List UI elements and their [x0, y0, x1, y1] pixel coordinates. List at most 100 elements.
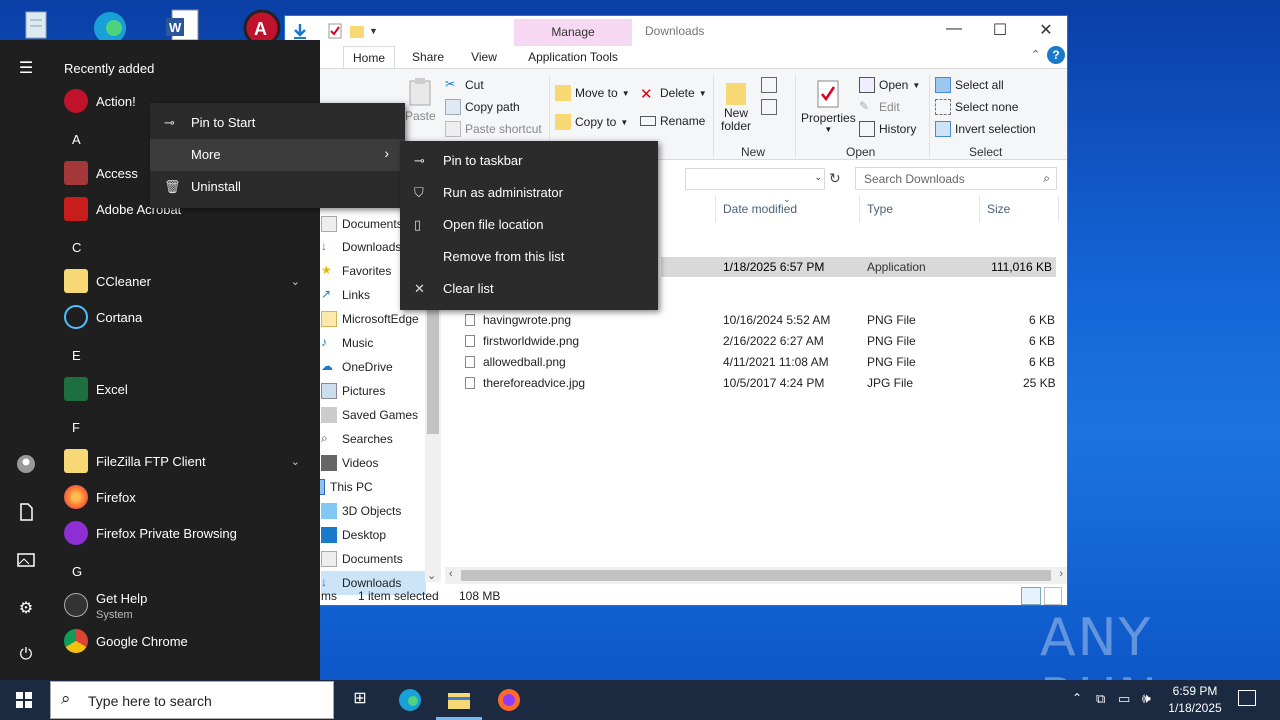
connection-icon[interactable]: ▭ [1118, 691, 1130, 707]
column-type[interactable]: Type [867, 202, 893, 216]
firefox-taskbar-icon[interactable] [497, 688, 521, 712]
menu-item-open-file-location[interactable]: ▯ Open file location [400, 209, 658, 241]
horizontal-scrollbar[interactable]: ‹ › [445, 567, 1067, 584]
paste-button[interactable]: Paste [405, 77, 436, 123]
settings-gear-icon[interactable]: ⚙ [16, 598, 36, 618]
action-desktop-icon[interactable]: A [238, 6, 282, 47]
copy-to-button[interactable]: Copy to ▼ [555, 114, 628, 130]
app-firefox-private[interactable]: Firefox Private Browsing [50, 515, 320, 551]
nav-item[interactable]: This PC [309, 475, 414, 499]
group-letter-a[interactable]: A [72, 132, 81, 147]
clock[interactable]: 6:59 PM 1/18/2025 [1164, 683, 1226, 717]
tab-home[interactable]: Home [343, 46, 395, 68]
customize-quick-access-icon[interactable]: ▼ [369, 26, 378, 36]
nav-item[interactable]: Desktop [321, 523, 426, 547]
open-button[interactable]: Open ▼ [859, 77, 920, 93]
app-filezilla[interactable]: FileZilla FTP Client ⌄ [50, 443, 320, 479]
taskbar-search-box[interactable]: ⌕ Type here to search [50, 681, 334, 719]
recycle-bin-icon[interactable] [14, 6, 58, 42]
user-account-icon[interactable] [16, 454, 36, 474]
hamburger-menu-icon[interactable]: ☰ [16, 58, 36, 78]
scroll-left-icon[interactable]: ‹ [449, 568, 453, 580]
refresh-icon[interactable]: ↻ [829, 170, 841, 187]
app-cortana[interactable]: Cortana [50, 299, 320, 335]
start-button[interactable] [0, 680, 48, 720]
new-item-icons[interactable] [761, 77, 777, 115]
properties-quick-icon[interactable] [327, 22, 343, 43]
collapse-ribbon-icon[interactable]: ⌃ [1031, 48, 1040, 61]
menu-item-pin-to-start[interactable]: ⊸ Pin to Start [150, 107, 405, 139]
nav-item[interactable]: Documents [321, 547, 426, 571]
edge-desktop-icon[interactable] [88, 6, 132, 44]
move-to-button[interactable]: Move to ▼ [555, 85, 630, 101]
column-date-modified[interactable]: Date modified [723, 202, 797, 216]
invert-selection-button[interactable]: Invert selection [935, 121, 1036, 137]
large-icons-view-icon[interactable] [1044, 587, 1062, 605]
cut-button[interactable]: ✂ Cut [445, 77, 484, 93]
nav-item[interactable]: ⌕ Searches [321, 427, 426, 451]
show-hidden-icons-chevron-icon[interactable]: ⌃ [1072, 691, 1082, 705]
menu-item-remove-from-list[interactable]: Remove from this list [400, 241, 658, 273]
table-row[interactable]: allowedball.png 4/11/2021 11:08 AM PNG F… [459, 352, 1059, 373]
copy-path-button[interactable]: Copy path [445, 99, 520, 115]
tab-application-tools[interactable]: Application Tools [514, 46, 632, 68]
nav-item[interactable]: ♪ Music [321, 331, 426, 355]
edge-taskbar-icon[interactable] [398, 688, 422, 712]
maximize-button[interactable]: ☐ [977, 20, 1023, 42]
app-get-help[interactable]: Get Help System [50, 587, 320, 623]
nav-item[interactable]: Saved Games [321, 403, 426, 427]
menu-item-clear-list[interactable]: ✕ Clear list [400, 273, 658, 305]
tab-view[interactable]: View [459, 46, 509, 68]
table-row[interactable]: firstworldwide.png 2/16/2022 6:27 AM PNG… [459, 331, 1059, 352]
table-row[interactable]: havingwrote.png 10/16/2024 5:52 AM PNG F… [459, 310, 1059, 331]
scrollbar-thumb[interactable] [461, 570, 1051, 581]
nav-item[interactable]: 3D Objects [321, 499, 426, 523]
nav-item[interactable]: Pictures [321, 379, 426, 403]
group-letter-g[interactable]: G [72, 564, 82, 579]
tab-share[interactable]: Share [403, 46, 453, 68]
delete-button[interactable]: ✕ Delete ▼ [640, 85, 707, 103]
close-button[interactable]: ✕ [1023, 20, 1069, 42]
pictures-icon[interactable] [16, 550, 36, 570]
minimize-button[interactable]: — [931, 20, 977, 42]
group-letter-c[interactable]: C [72, 240, 81, 255]
nav-item[interactable]: Videos [321, 451, 426, 475]
select-none-button[interactable]: Select none [935, 99, 1018, 115]
edit-button[interactable]: ✎ Edit [859, 99, 900, 115]
app-firefox[interactable]: Firefox [50, 479, 320, 515]
app-excel[interactable]: Excel [50, 371, 320, 407]
app-google-chrome[interactable]: Google Chrome [50, 623, 320, 659]
power-icon[interactable]: ⏻ [16, 646, 36, 666]
menu-item-more[interactable]: More › [150, 139, 405, 171]
volume-icon[interactable]: 🕪 [1142, 690, 1151, 707]
group-letter-f[interactable]: F [72, 420, 80, 435]
properties-button[interactable]: Properties ▼ [801, 79, 856, 134]
scroll-right-icon[interactable]: › [1059, 568, 1063, 580]
new-folder-button[interactable]: New folder [721, 79, 751, 133]
select-all-button[interactable]: Select all [935, 77, 1004, 93]
nav-vertical-scrollbar[interactable]: ⌄ [425, 306, 441, 582]
column-size[interactable]: Size [987, 202, 1010, 216]
table-row-selected[interactable]: 1/18/2025 6:57 PM Application 111,016 KB [661, 257, 1056, 277]
history-button[interactable]: History [859, 121, 916, 137]
scrollbar-thumb[interactable] [427, 306, 439, 434]
notification-center-icon[interactable] [1238, 690, 1256, 706]
nav-item[interactable]: ☁ OneDrive [321, 355, 426, 379]
address-dropdown-icon[interactable]: ⌄ [814, 172, 822, 183]
documents-icon[interactable] [16, 502, 36, 522]
address-bar[interactable]: ⌄ [685, 168, 825, 190]
menu-item-pin-to-taskbar[interactable]: ⊸ Pin to taskbar [400, 145, 658, 177]
new-folder-quick-icon[interactable] [349, 22, 365, 43]
menu-item-run-as-admin[interactable]: ⛉ Run as administrator [400, 177, 658, 209]
search-input[interactable]: Search Downloads ⌕ [855, 167, 1057, 190]
details-view-icon[interactable] [1021, 587, 1041, 605]
table-row[interactable]: thereforeadvice.jpg 10/5/2017 4:24 PM JP… [459, 373, 1059, 394]
paste-shortcut-button[interactable]: Paste shortcut [445, 121, 542, 137]
rename-button[interactable]: Rename [640, 114, 705, 128]
scroll-down-icon[interactable]: ⌄ [427, 569, 436, 582]
menu-item-uninstall[interactable]: 🗑 Uninstall [150, 171, 405, 203]
help-icon[interactable]: ? [1047, 46, 1065, 64]
file-explorer-taskbar-icon[interactable] [447, 688, 471, 712]
nav-item[interactable]: MicrosoftEdge [321, 307, 426, 331]
network-icon[interactable]: ⧉ [1096, 691, 1105, 707]
